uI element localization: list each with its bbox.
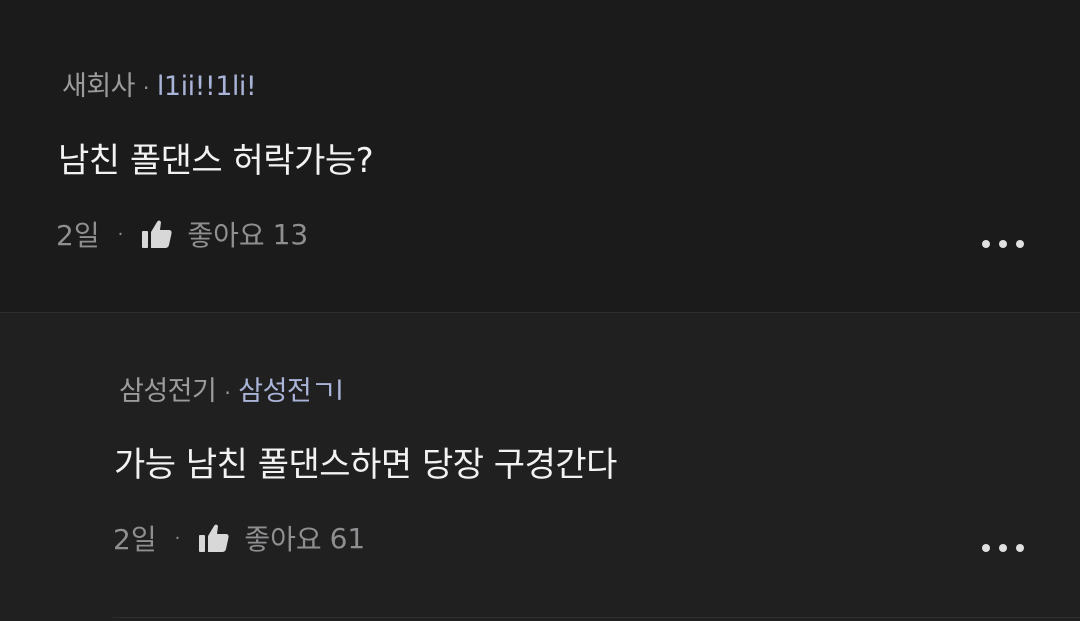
like-count: 13: [272, 217, 309, 251]
like-label: 좋아요: [244, 523, 322, 556]
author-nickname[interactable]: l1ii!!1li!: [157, 71, 257, 102]
reply-actions: 2일 · 좋아요 61: [113, 518, 365, 558]
action-separator: ·: [174, 527, 181, 549]
more-horizontal-icon[interactable]: [981, 542, 1025, 554]
thumbs-up-icon: [142, 220, 172, 248]
reply-author: 삼성전기 · 삼성전ㄱl: [119, 369, 343, 408]
author-nickname[interactable]: 삼성전ㄱl: [238, 376, 343, 407]
comment-actions: 2일 · 좋아요 13: [56, 214, 308, 254]
comment-time: 2일: [113, 523, 157, 556]
like-button[interactable]: 좋아요 13: [141, 214, 308, 254]
like-label: 좋아요: [187, 219, 265, 252]
action-separator: ·: [117, 223, 124, 245]
reply-text: 가능 남친 폴댄스하면 당장 구경간다: [114, 445, 617, 485]
more-horizontal-icon[interactable]: [981, 238, 1025, 250]
author-company[interactable]: 삼성전기: [119, 376, 217, 407]
reply-item: 삼성전기 · 삼성전ㄱl 가능 남친 폴댄스하면 당장 구경간다 2일 · 좋아요 …: [0, 313, 1080, 621]
comment-text: 남친 폴댄스 허락가능?: [58, 141, 374, 181]
meta-separator: ·: [224, 380, 231, 405]
meta-separator: ·: [143, 75, 149, 100]
comment-time: 2일: [56, 219, 100, 252]
reply-divider: [113, 617, 1080, 618]
author-company[interactable]: 새회사: [62, 71, 136, 102]
comment-author: 새회사 · l1ii!!1li!: [62, 64, 257, 103]
comment-item: 새회사 · l1ii!!1li! 남친 폴댄스 허락가능? 2일 · 좋아요 13: [0, 0, 1080, 312]
like-button[interactable]: 좋아요 61: [198, 518, 365, 558]
thumbs-up-icon: [199, 524, 229, 552]
like-count: 61: [329, 521, 366, 555]
